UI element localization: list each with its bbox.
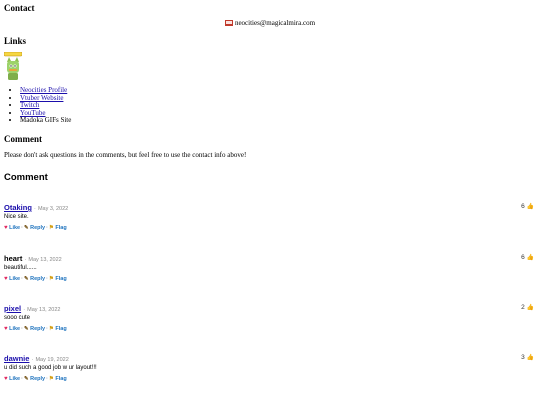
action-separator: · [21, 276, 23, 282]
links-heading: Links [4, 36, 27, 46]
comment-author[interactable]: heart [4, 254, 22, 263]
comment-item: Otaking · May 3, 2022 6 👍 Nice site. ♥ Like… [4, 203, 534, 231]
link-item-label: Madoka GIFs Site [20, 116, 72, 125]
flag-button[interactable]: Flag [55, 225, 66, 231]
contact-email[interactable]: neocities@magicalmira.com [235, 19, 315, 27]
heart-icon: ♥ [4, 225, 8, 231]
comment-actions: ♥ Like·✎ Reply·⚑ Flag [4, 376, 534, 382]
flag-icon: ⚑ [48, 376, 54, 382]
action-separator: · [46, 225, 48, 231]
vote-count: 6 [521, 203, 525, 210]
vote-count: 2 [521, 304, 525, 311]
comment-date: May 19, 2022 [35, 357, 69, 363]
heart-icon: ♥ [4, 276, 8, 282]
comment-votes[interactable]: 2 👍 [521, 304, 534, 311]
heart-icon: ♥ [4, 376, 8, 382]
flag-icon: ⚑ [48, 326, 54, 332]
comment-votes[interactable]: 6 👍 [521, 203, 534, 210]
like-button[interactable]: Like [9, 225, 20, 231]
contact-heading: Contact [4, 3, 35, 13]
reply-button[interactable]: Reply [30, 326, 45, 332]
comment-text: Nice site. [4, 214, 29, 220]
vote-count: 3 [521, 354, 525, 361]
like-button[interactable]: Like [9, 376, 20, 382]
vote-count: 6 [521, 254, 525, 261]
comment-date: May 13, 2022 [27, 307, 61, 313]
flag-button[interactable]: Flag [55, 376, 66, 382]
comment-item: dawnie · May 19, 2022 3 👍 u did such a goo… [4, 354, 534, 382]
comments-title: Comment [4, 172, 48, 183]
comment-header: dawnie · May 19, 2022 3 👍 [4, 354, 534, 364]
flag-button[interactable]: Flag [55, 276, 66, 282]
kirby-badge-icon [4, 52, 22, 80]
reply-button[interactable]: Reply [30, 376, 45, 382]
link-item: Madoka GIFs Site [20, 117, 71, 125]
comment-header: Otaking · May 3, 2022 6 👍 [4, 203, 534, 213]
reply-icon: ✎ [23, 225, 29, 231]
thumbs-up-icon[interactable]: 👍 [527, 255, 534, 261]
comment-actions: ♥ Like·✎ Reply·⚑ Flag [4, 276, 534, 282]
thumbs-up-icon[interactable]: 👍 [527, 204, 534, 210]
contact-email-line: neocities@magicalmira.com [0, 19, 540, 27]
reply-button[interactable]: Reply [30, 276, 45, 282]
comment-author[interactable]: pixel [4, 304, 21, 313]
like-button[interactable]: Like [9, 326, 20, 332]
comment-date-separator: · [24, 257, 27, 263]
thumbs-up-icon[interactable]: 👍 [527, 355, 534, 361]
comment-date: May 13, 2022 [28, 257, 62, 263]
comment-item: heart · May 13, 2022 6 👍 beautiful...... ♥ … [4, 254, 534, 282]
comment-date-separator: · [23, 307, 26, 313]
reply-icon: ✎ [23, 326, 29, 332]
comment-actions: ♥ Like·✎ Reply·⚑ Flag [4, 225, 534, 231]
comment-header: heart · May 13, 2022 6 👍 [4, 254, 534, 264]
flag-icon: ⚑ [48, 276, 54, 282]
reply-button[interactable]: Reply [30, 225, 45, 231]
comment-date: May 3, 2022 [37, 206, 69, 212]
comment-author[interactable]: dawnie [4, 354, 29, 363]
action-separator: · [21, 225, 23, 231]
thumbs-up-icon[interactable]: 👍 [527, 305, 534, 311]
action-separator: · [46, 276, 48, 282]
reply-icon: ✎ [23, 276, 29, 282]
flag-icon: ⚑ [48, 225, 54, 231]
action-separator: · [21, 326, 23, 332]
comment-notice: Please don't ask questions in the commen… [4, 151, 247, 159]
heart-icon: ♥ [4, 326, 8, 332]
comment-date-separator: · [31, 357, 34, 363]
comment-header: pixel · May 13, 2022 2 👍 [4, 304, 534, 314]
comment-votes[interactable]: 3 👍 [521, 354, 534, 361]
flag-button[interactable]: Flag [55, 326, 66, 332]
comment-item: pixel · May 13, 2022 2 👍 sooo cute ♥ Like·✎… [4, 304, 534, 332]
comment-text: u did such a good job w ur layout!!! [4, 365, 97, 371]
envelope-icon [224, 20, 233, 26]
action-separator: · [46, 376, 48, 382]
comment-author[interactable]: Otaking [4, 203, 32, 212]
comment-votes[interactable]: 6 👍 [521, 254, 534, 261]
action-separator: · [21, 376, 23, 382]
links-list: Neocities ProfileVtuber WebsiteTwitchYou… [8, 86, 71, 125]
like-button[interactable]: Like [9, 276, 20, 282]
comment-text: sooo cute [4, 315, 31, 321]
action-separator: · [46, 326, 48, 332]
comment-text: beautiful...... [4, 265, 37, 271]
comment-actions: ♥ Like·✎ Reply·⚑ Flag [4, 326, 534, 332]
reply-icon: ✎ [23, 376, 29, 382]
comment-date-separator: · [34, 206, 36, 212]
comment-heading: Comment [4, 134, 42, 144]
